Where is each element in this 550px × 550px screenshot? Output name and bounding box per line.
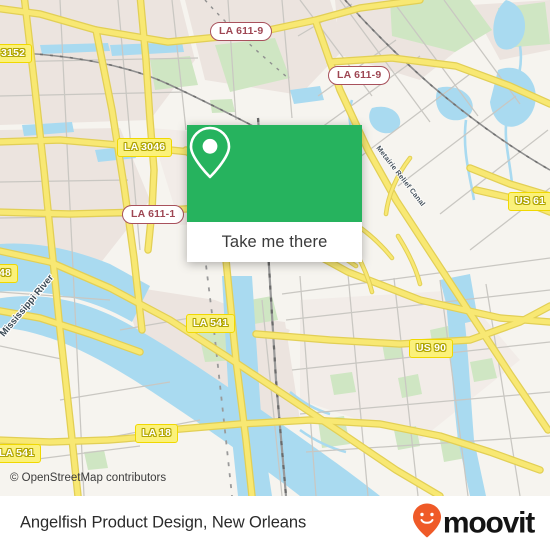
road-shield: LA 611-9 — [328, 66, 391, 85]
road-shield: US 61 — [508, 192, 550, 211]
map-canvas[interactable]: LA 611-9 3152 LA 611-9 LA 3046 US 61 LA 611-1… — [0, 0, 550, 496]
road-shield: LA 541 — [186, 314, 236, 333]
moovit-wordmark: moovit — [442, 506, 535, 539]
road-shield: LA 3046 — [117, 138, 173, 157]
map-screenshot: LA 611-9 3152 LA 611-9 LA 3046 US 61 LA 611-1… — [0, 0, 550, 550]
road-shield: LA 611-1 — [122, 205, 185, 224]
road-shield: LA 18 — [135, 424, 179, 443]
location-popup-card[interactable]: Take me there — [187, 125, 362, 262]
road-shield: US 90 — [409, 339, 454, 358]
road-shield: 48 — [0, 264, 19, 283]
take-me-there-button[interactable]: Take me there — [187, 222, 362, 262]
road-shield: LA 611-9 — [210, 22, 273, 41]
road-shield: 3152 — [0, 44, 33, 63]
moovit-pin-icon — [412, 503, 442, 544]
bottom-bar: Angelfish Product Design, New Orleans mo… — [0, 496, 550, 550]
road-shield: LA 541 — [0, 444, 42, 463]
moovit-logo[interactable]: moovit — [412, 503, 535, 544]
place-title: Angelfish Product Design, New Orleans — [20, 513, 307, 532]
osm-attribution[interactable]: © OpenStreetMap contributors — [10, 472, 166, 484]
take-me-there-label: Take me there — [221, 232, 328, 251]
popup-marker-area — [187, 125, 362, 222]
